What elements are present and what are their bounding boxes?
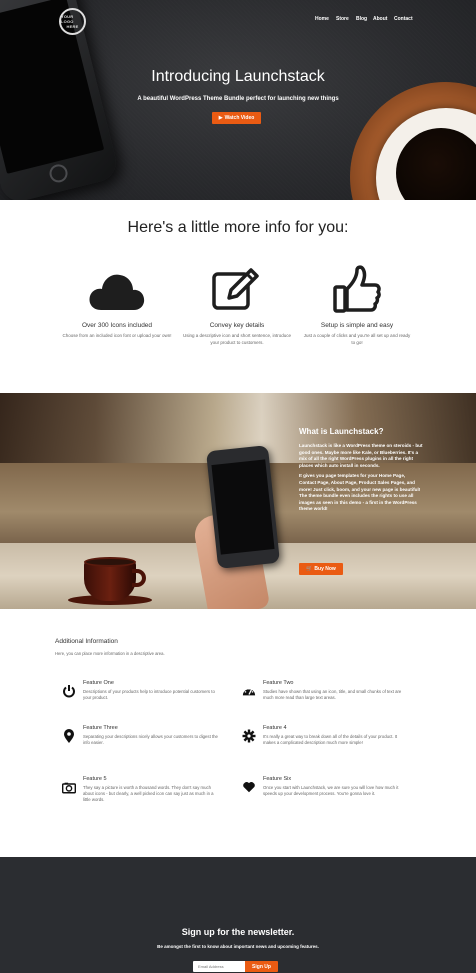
nav-about[interactable]: About bbox=[373, 16, 387, 22]
cloud-icon bbox=[62, 266, 172, 314]
buy-now-button[interactable]: 🛒 Buy Now bbox=[299, 563, 343, 575]
gear-icon bbox=[242, 729, 256, 743]
info-column-heading: Over 300 Icons included bbox=[81, 322, 153, 329]
newsletter-subtitle: Be amongst the first to know about impor… bbox=[157, 944, 319, 949]
info-column-text: Choose from an included icon font or upl… bbox=[62, 333, 172, 338]
info-heading: Here's a little more info for you: bbox=[127, 219, 349, 236]
play-icon: ▶ bbox=[218, 115, 223, 121]
feature-item: Feature 5 They say a picture is worth a … bbox=[62, 776, 222, 804]
feature-item: Feature 4 It's really a great way to bre… bbox=[242, 725, 402, 746]
info-column-text: Just a couple of clicks and you're all s… bbox=[303, 333, 411, 345]
map-pin-icon bbox=[62, 728, 76, 743]
info-column-heading: Convey key details bbox=[209, 322, 265, 329]
power-icon bbox=[62, 684, 76, 698]
newsletter-section: Sign up for the newsletter. Be amongst t… bbox=[0, 857, 476, 973]
edit-icon bbox=[182, 266, 292, 314]
hero-title: Introducing Launchstack bbox=[151, 68, 325, 85]
dashboard-icon bbox=[242, 684, 256, 698]
what-is-paragraph-1: Launchstack is like a WordPress theme on… bbox=[299, 443, 423, 468]
feature-item: Feature Six Once you start with Launchst… bbox=[242, 776, 402, 797]
what-is-title: What is Launchstack? bbox=[299, 427, 384, 436]
heart-icon bbox=[242, 780, 256, 794]
phone-in-hand-image bbox=[206, 445, 280, 569]
what-is-paragraph-2: It gives you page templates for your Hom… bbox=[299, 473, 421, 512]
info-column-text: Using a descriptive icon and short sente… bbox=[182, 333, 292, 345]
main-nav: Home Store Blog About Contact bbox=[0, 16, 476, 28]
info-column-icons: Over 300 Icons included Choose from an i… bbox=[62, 266, 172, 340]
hero-subtitle: A beautiful WordPress Theme Bundle perfe… bbox=[137, 96, 339, 102]
what-is-text: Launchstack is like a WordPress theme on… bbox=[299, 443, 423, 513]
nav-contact[interactable]: Contact bbox=[394, 16, 413, 22]
additional-info-subtitle: Here, you can place more information in … bbox=[55, 651, 165, 656]
feature-item: Feature Two Studies have shown that usin… bbox=[242, 680, 402, 701]
hero-section: YOUR LOGO HERE Home Store Blog About Con… bbox=[0, 0, 476, 200]
cart-icon: 🛒 bbox=[306, 566, 313, 572]
info-column-details: Convey key details Using a descriptive i… bbox=[182, 266, 292, 346]
nav-home[interactable]: Home bbox=[315, 16, 329, 22]
email-field[interactable] bbox=[193, 961, 245, 972]
additional-info-title: Additional Information bbox=[55, 638, 118, 645]
newsletter-title: Sign up for the newsletter. bbox=[181, 927, 295, 937]
info-column-heading: Setup is simple and easy bbox=[320, 322, 394, 329]
nav-blog[interactable]: Blog bbox=[356, 16, 367, 22]
feature-item: Feature Three Separating your descriptio… bbox=[62, 725, 222, 746]
info-column-setup: Setup is simple and easy Just a couple o… bbox=[302, 265, 412, 346]
mug-image bbox=[84, 561, 136, 601]
nav-store[interactable]: Store bbox=[336, 16, 349, 22]
thumbs-up-icon bbox=[302, 265, 412, 314]
camera-icon bbox=[62, 780, 76, 794]
feature-item: Feature One Descriptions of your product… bbox=[62, 680, 222, 701]
sign-up-button[interactable]: Sign Up bbox=[245, 961, 278, 972]
watch-video-button[interactable]: ▶ Watch Video bbox=[212, 112, 261, 124]
